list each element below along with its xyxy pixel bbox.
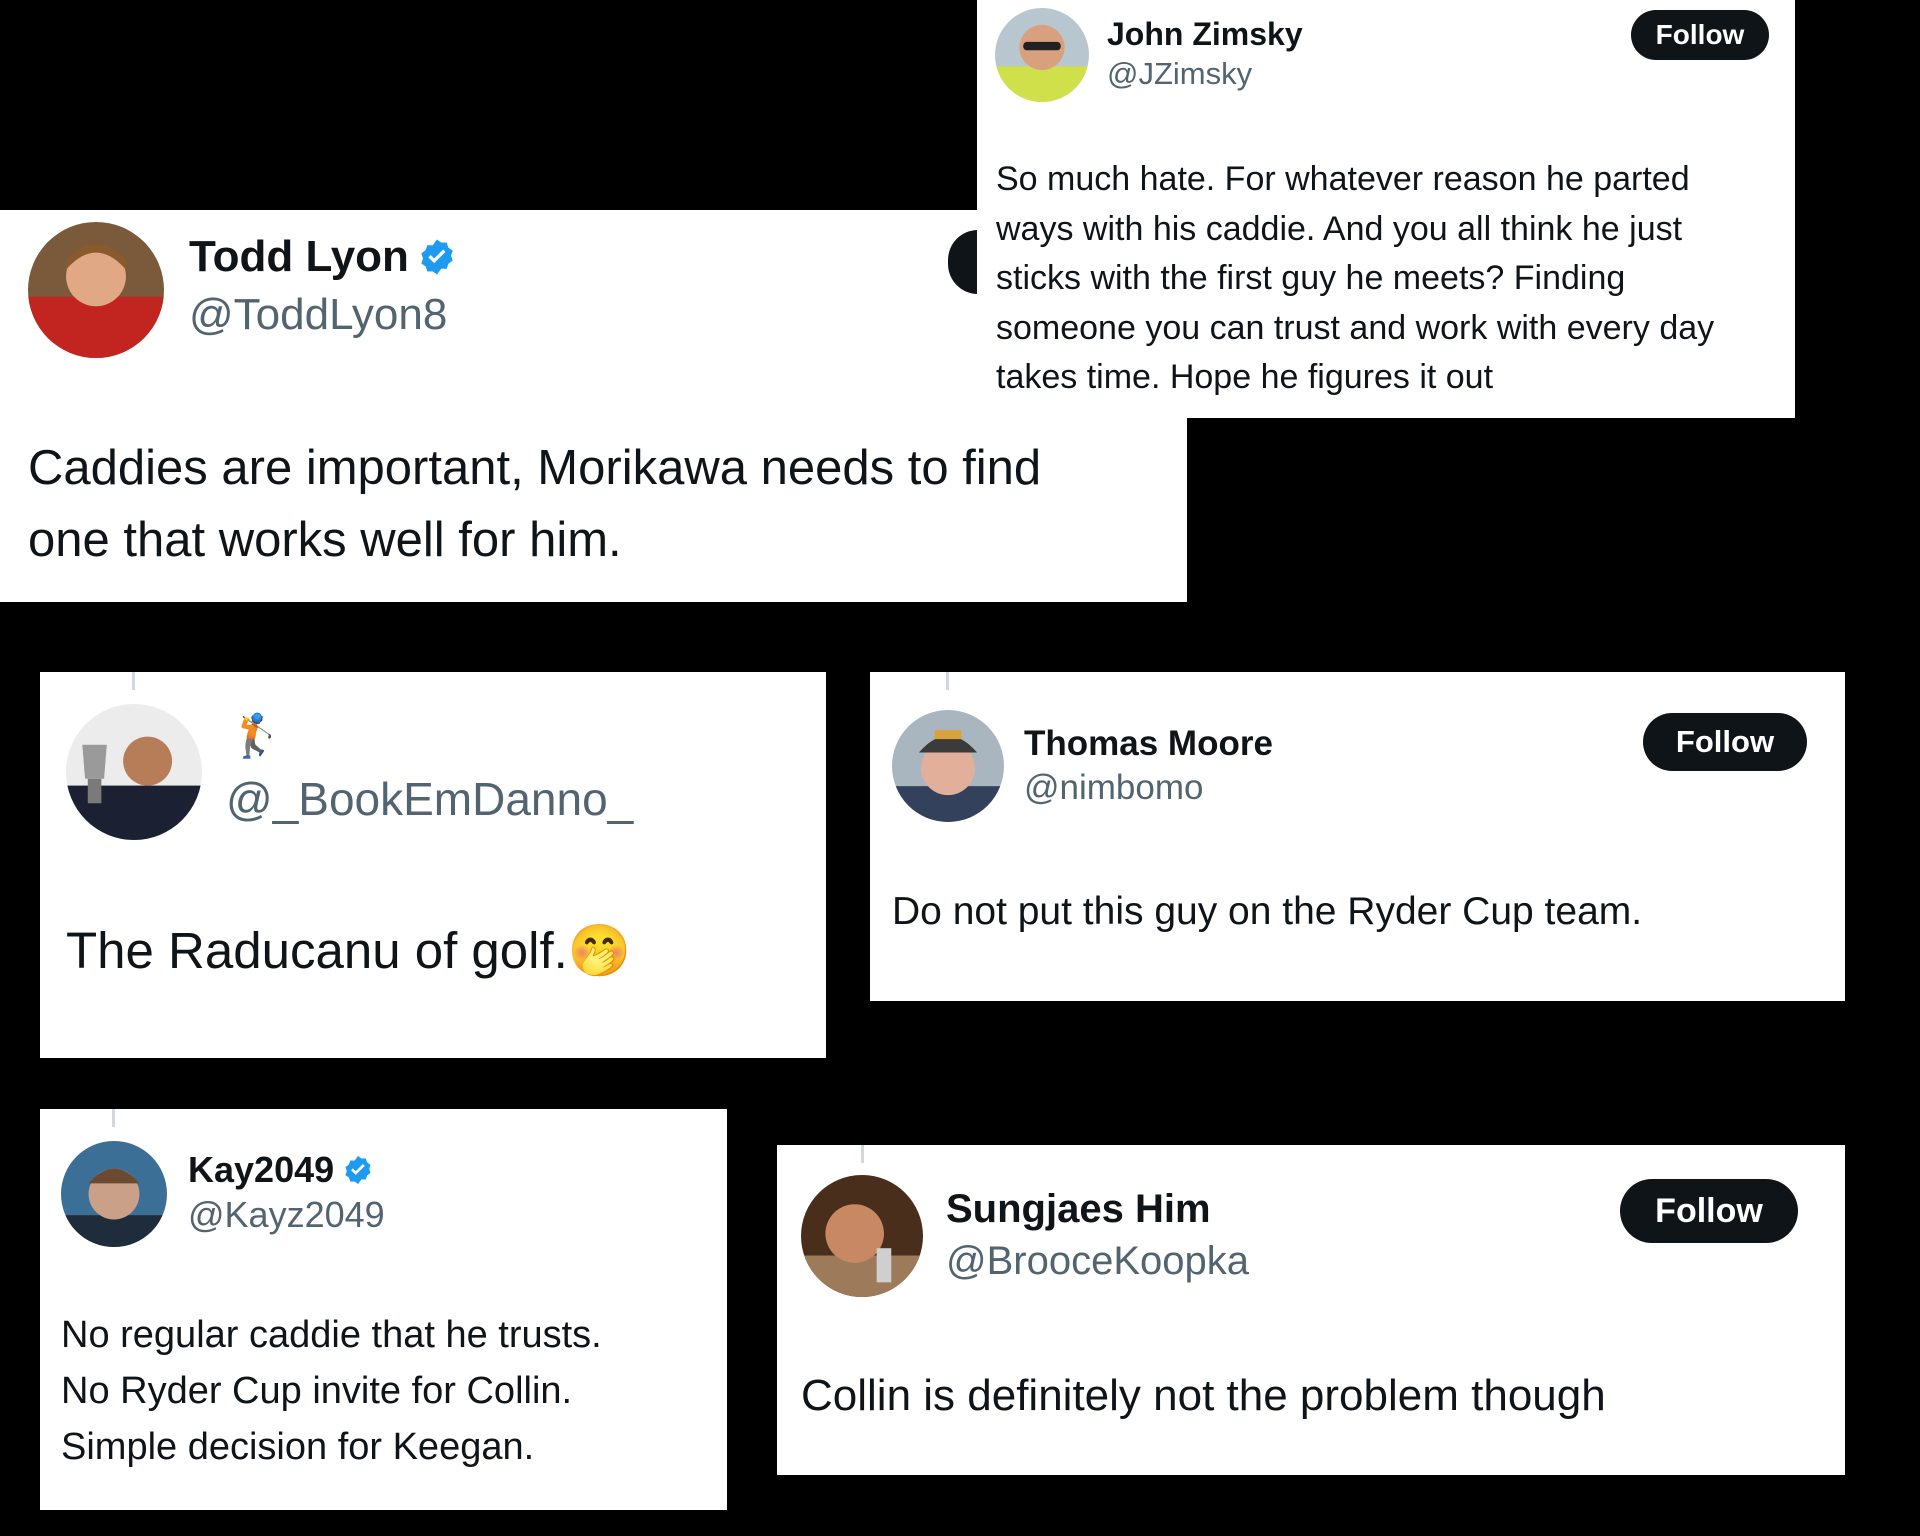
- avatar[interactable]: [66, 704, 202, 840]
- tweet-text-line: someone you can trust and work with ever…: [996, 308, 1715, 347]
- handle[interactable]: @_BookEmDanno_: [226, 772, 633, 826]
- display-name-emoji[interactable]: 🏌: [230, 712, 282, 761]
- display-name-text: Kay2049: [188, 1149, 335, 1190]
- display-name[interactable]: Todd Lyon: [189, 232, 457, 282]
- follow-button[interactable]: [948, 230, 978, 294]
- tweet-card-john-zimsky: John Zimsky @JZimsky Follow So much hate…: [977, 0, 1795, 418]
- tweet-collage: Todd Lyon @ToddLyon8 Caddies are importa…: [0, 0, 1920, 1536]
- avatar[interactable]: [28, 222, 164, 358]
- tweet-text-line: No regular caddie that he trusts.: [61, 1314, 602, 1356]
- handle[interactable]: @nimbomo: [1024, 768, 1203, 808]
- verified-badge-icon: [342, 1154, 374, 1186]
- face-with-hand-over-mouth-emoji: 🤭: [567, 922, 632, 979]
- tweet-text-content: The Raducanu of golf.: [66, 922, 568, 979]
- thread-line: [861, 1145, 864, 1163]
- display-name[interactable]: Kay2049: [188, 1149, 374, 1191]
- avatar[interactable]: [801, 1175, 923, 1297]
- thread-line: [112, 1109, 115, 1127]
- avatar[interactable]: [995, 8, 1089, 102]
- tweet-text-line: Caddies are important, Morikawa needs to…: [28, 441, 1042, 495]
- tweet-text-line: So much hate. For whatever reason he par…: [996, 160, 1690, 198]
- tweet-card-kay2049: Kay2049 @Kayz2049 No regular caddie that…: [40, 1109, 727, 1510]
- tweet-text-line: Simple decision for Keegan.: [61, 1426, 535, 1468]
- tweet-text: The Raducanu of golf.🤭: [66, 918, 631, 984]
- tweet-text: No regular caddie that he trusts. No Ryd…: [61, 1307, 602, 1475]
- follow-button[interactable]: Follow: [1643, 713, 1807, 771]
- tweet-text-line: ways with his caddie. And you all think …: [996, 209, 1683, 248]
- handle[interactable]: @JZimsky: [1107, 56, 1252, 92]
- tweet-text-line: one that works well for him.: [28, 513, 622, 567]
- display-name[interactable]: Thomas Moore: [1024, 724, 1273, 764]
- tweet-text-line: sticks with the first guy he meets? Find…: [996, 259, 1626, 297]
- avatar[interactable]: [892, 710, 1004, 822]
- avatar[interactable]: [61, 1141, 167, 1247]
- verified-badge-icon: [417, 237, 457, 277]
- display-name[interactable]: Sungjaes Him: [946, 1187, 1211, 1232]
- display-name-text: Todd Lyon: [189, 232, 409, 281]
- tweet-card-thomas-moore: Thomas Moore @nimbomo Follow Do not put …: [870, 672, 1845, 1001]
- thread-line: [132, 672, 135, 690]
- tweet-text-line: takes time. Hope he figures it out: [996, 358, 1494, 396]
- thread-line: [946, 672, 949, 690]
- tweet-text: Collin is definitely not the problem tho…: [801, 1371, 1606, 1420]
- tweet-card-sungjaes-him: Sungjaes Him @BrooceKoopka Follow Collin…: [777, 1145, 1845, 1475]
- follow-button[interactable]: Follow: [1631, 10, 1769, 60]
- follow-button[interactable]: Follow: [1620, 1179, 1798, 1243]
- handle[interactable]: @ToddLyon8: [189, 290, 447, 340]
- display-name[interactable]: John Zimsky: [1107, 16, 1303, 53]
- tweet-text: So much hate. For whatever reason he par…: [996, 155, 1714, 403]
- handle[interactable]: @Kayz2049: [188, 1194, 385, 1236]
- tweet-card-bookemdanno: 🏌 @_BookEmDanno_ The Raducanu of golf.🤭: [40, 672, 826, 1058]
- tweet-text-line: No Ryder Cup invite for Collin.: [61, 1370, 573, 1412]
- handle[interactable]: @BrooceKoopka: [946, 1239, 1249, 1284]
- tweet-text: Do not put this guy on the Ryder Cup tea…: [892, 890, 1643, 933]
- tweet-text: Caddies are important, Morikawa needs to…: [28, 432, 1041, 576]
